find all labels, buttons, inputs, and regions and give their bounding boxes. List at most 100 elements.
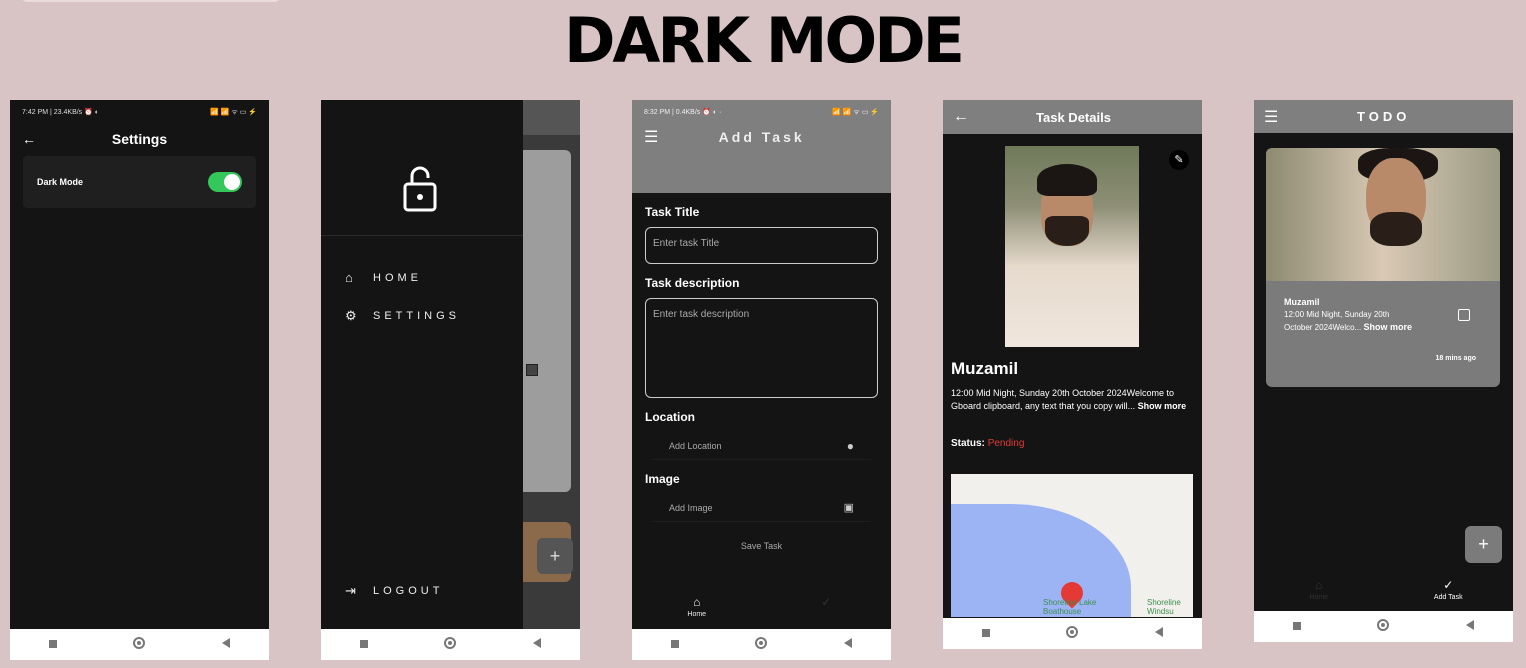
drawer-item-label: LOGOUT	[373, 585, 444, 597]
system-nav-bar	[10, 629, 269, 660]
location-placeholder: Add Location	[669, 440, 722, 451]
back-system-button[interactable]	[828, 638, 868, 651]
task-card-name: Muzamil	[1284, 297, 1320, 307]
nav-home[interactable]: ⌂ Home	[1254, 572, 1384, 612]
bg-header	[523, 100, 580, 135]
edit-icon[interactable]: ✎	[1169, 150, 1189, 170]
task-description-input[interactable]: Enter task description	[645, 298, 878, 398]
back-system-button[interactable]	[206, 638, 246, 651]
drawer-item-label: SETTINGS	[373, 310, 461, 322]
task-card[interactable]: Muzamil 12:00 Mid Night, Sunday 20th Oct…	[1266, 148, 1500, 387]
recent-apps-button[interactable]	[966, 628, 1006, 640]
settings-phone: 7:42 PM | 23.4KB/s ⏰ ◐ 📶 📶 ᯤ ▭ ⚡ ← Setti…	[10, 100, 269, 660]
drawer-divider	[321, 235, 523, 236]
home-icon: ⌂	[345, 270, 353, 285]
task-photo	[1005, 146, 1139, 347]
recent-apps-button[interactable]	[655, 639, 695, 651]
image-placeholder: Add Image	[669, 502, 713, 513]
task-time-ago: 18 mins ago	[1435, 355, 1476, 362]
page-title: DARK MODE	[563, 4, 965, 77]
image-field[interactable]: Add Image ▣	[652, 494, 871, 522]
todo-header: ☰ TODO	[1254, 100, 1513, 133]
system-nav-bar	[321, 629, 580, 660]
location-label: Location	[645, 410, 695, 424]
drawer-item-logout[interactable]: ⇥ LOGOUT	[345, 583, 443, 599]
back-arrow-icon[interactable]: ←	[22, 131, 36, 147]
menu-icon[interactable]: ☰	[644, 127, 658, 147]
task-description-label: Task description	[645, 276, 740, 290]
show-more-link[interactable]: Show more	[1138, 401, 1187, 411]
drawer-item-home[interactable]: ⌂ HOME	[345, 270, 422, 285]
task-title-label: Task Title	[645, 205, 700, 219]
task-checkbox[interactable]	[1458, 309, 1470, 321]
status-right: 📶 📶 ᯤ ▭ ⚡	[832, 109, 879, 116]
back-arrow-icon[interactable]: ←	[953, 108, 969, 126]
home-system-button[interactable]	[430, 637, 470, 652]
todo-title: TODO	[1357, 109, 1411, 124]
task-details-header: ← Task Details	[943, 100, 1202, 134]
bg-card	[523, 150, 571, 492]
add-task-title: Add Task	[718, 129, 805, 145]
location-field[interactable]: Add Location ●	[652, 432, 871, 460]
todo-phone: ☰ TODO Muzamil 12:00 Mid Night, Sunday 2…	[1254, 100, 1513, 642]
location-map[interactable]: Shoreline Lake Boathouse Shoreline Winds…	[951, 474, 1193, 617]
task-name: Muzamil	[951, 359, 1019, 378]
nav-add-task[interactable]: ✓ Add Task	[1384, 572, 1514, 612]
drawer-phone: + ⌂ HOME ⚙ SETTINGS ⇥ LOGOUT	[321, 100, 580, 660]
status-bar: 7:42 PM | 23.4KB/s ⏰ ◐ 📶 📶 ᯤ ▭ ⚡	[10, 100, 269, 122]
drawer-item-settings[interactable]: ⚙ SETTINGS	[345, 308, 460, 324]
map-label-windsurf: Shoreline Windsu	[1147, 598, 1181, 616]
recent-apps-button[interactable]	[1277, 621, 1317, 633]
bg-checkbox	[526, 364, 538, 376]
location-pin-icon: ●	[846, 438, 854, 453]
dark-mode-row: Dark Mode	[23, 156, 256, 208]
status-left: 8:32 PM | 0.4KB/s ⏰ ◐ ·	[644, 109, 722, 116]
task-details-title: Task Details	[1036, 109, 1111, 125]
add-task-phone: 8:32 PM | 0.4KB/s ⏰ ◐ · 📶 📶 ᯤ ▭ ⚡ ☰ Add …	[632, 100, 891, 660]
nav-home[interactable]: ⌂ Home	[632, 589, 762, 629]
image-label: Image	[645, 472, 680, 486]
system-nav-bar	[1254, 611, 1513, 642]
add-task-fab[interactable]: +	[1465, 526, 1502, 563]
task-card-desc-2: October 2024Welco...	[1284, 323, 1362, 332]
home-system-button[interactable]	[1363, 619, 1403, 634]
status-right: 📶 📶 ᯤ ▭ ⚡	[210, 109, 257, 116]
home-system-button[interactable]	[1052, 626, 1092, 641]
top-remnant	[20, 0, 282, 2]
task-title-input[interactable]: Enter task Title	[645, 227, 878, 264]
save-task-button[interactable]: Save Task	[652, 532, 871, 560]
dark-mode-label: Dark Mode	[37, 177, 84, 187]
status-value: Pending	[987, 438, 1025, 449]
back-system-button[interactable]	[517, 638, 557, 651]
home-system-button[interactable]	[741, 637, 781, 652]
task-description: 12:00 Mid Night, Sunday 20th October 202…	[951, 388, 1187, 411]
task-details-phone: ← Task Details ✎ Muzamil 12:00 Mid Night…	[943, 100, 1202, 649]
home-system-button[interactable]	[119, 637, 159, 652]
check-circle-icon: ✓	[1443, 578, 1454, 592]
system-nav-bar	[943, 618, 1202, 649]
task-card-info: Muzamil 12:00 Mid Night, Sunday 20th Oct…	[1284, 296, 1412, 334]
home-icon: ⌂	[1315, 578, 1323, 592]
home-icon: ⌂	[693, 595, 701, 609]
navigation-drawer: ⌂ HOME ⚙ SETTINGS ⇥ LOGOUT	[321, 100, 523, 660]
bottom-nav: ⌂ Home ✓ Add Task	[1254, 572, 1513, 612]
settings-title: Settings	[111, 131, 168, 147]
menu-icon[interactable]: ☰	[1264, 107, 1278, 127]
back-system-button[interactable]	[1139, 627, 1179, 640]
nav-add-task[interactable]: ✓	[762, 589, 892, 629]
show-more-link[interactable]: Show more	[1363, 322, 1412, 332]
gear-icon: ⚙	[345, 308, 357, 323]
back-system-button[interactable]	[1450, 620, 1490, 633]
task-card-photo	[1266, 148, 1500, 281]
status-left: 7:42 PM | 23.4KB/s ⏰ ◐	[22, 109, 100, 116]
nav-add-label: Add Task	[1433, 594, 1463, 601]
recent-apps-button[interactable]	[344, 639, 384, 651]
recent-apps-button[interactable]	[33, 639, 73, 651]
bg-add-button: +	[537, 538, 573, 574]
status-label: Status:	[951, 438, 985, 449]
dark-mode-toggle[interactable]	[208, 172, 242, 192]
image-icon: ▣	[843, 502, 854, 514]
unlock-icon	[403, 166, 437, 212]
status-bar: 8:32 PM | 0.4KB/s ⏰ ◐ · 📶 📶 ᯤ ▭ ⚡	[632, 100, 891, 122]
map-label-boathouse: Shoreline Lake Boathouse	[1043, 598, 1097, 616]
